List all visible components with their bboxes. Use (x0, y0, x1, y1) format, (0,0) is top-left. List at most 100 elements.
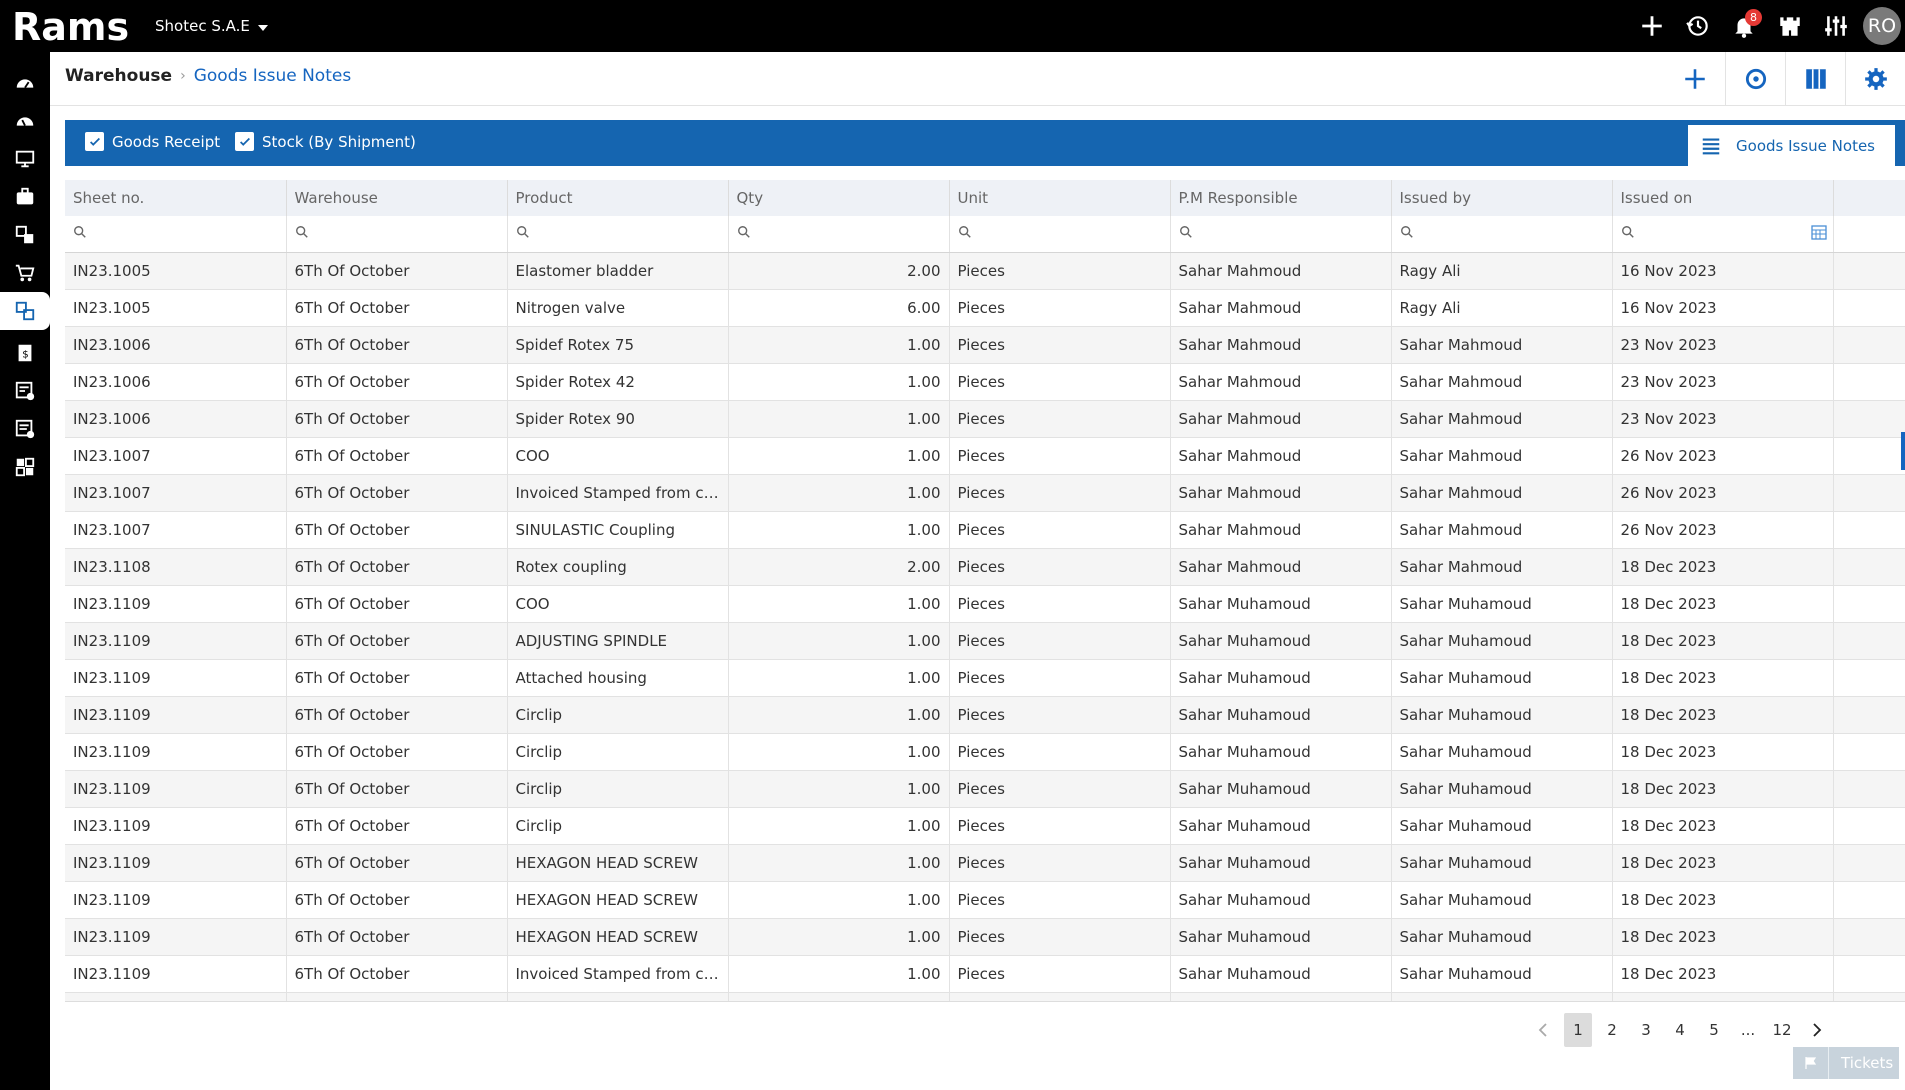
table-cell: Sahar Muhamoud (1170, 881, 1392, 919)
table-row[interactable]: IN23.1005 6Th Of October Nitrogen valve 6.0… (65, 289, 1905, 327)
history-icon[interactable] (1675, 0, 1721, 52)
table-row[interactable]: IN23.1109 6Th Of October Circlip 1.00 Pieces… (65, 696, 1905, 734)
tab-goods-receipt[interactable]: Goods Receipt (85, 132, 220, 151)
table-row[interactable]: IN23.1109 6Th Of October Circlip 1.00 Pieces… (65, 807, 1905, 845)
column-header[interactable]: Unit (949, 180, 1171, 216)
breadcrumb-warehouse[interactable]: Warehouse (65, 66, 172, 86)
tab-label: Goods Receipt (112, 132, 221, 151)
prev-page-button[interactable] (1530, 1013, 1558, 1047)
table-row[interactable]: IN23.1007 6Th Of October COO 1.00 Pieces Saha… (65, 437, 1905, 475)
report-list-icon[interactable] (0, 410, 50, 448)
table-row[interactable]: IN23.11096Th Of OctoberO-Ring1.00PiecesS… (65, 992, 1905, 1001)
column-header[interactable]: Warehouse (286, 180, 508, 216)
table-row[interactable]: IN23.1007 6Th Of October Invoiced Stamped … (65, 474, 1905, 512)
add-button[interactable] (1665, 52, 1725, 106)
table-cell: Sahar Mahmoud (1391, 511, 1613, 549)
user-avatar[interactable]: RO (1863, 7, 1901, 45)
column-header[interactable]: Product (507, 180, 729, 216)
table-cell-spacer (1833, 659, 1905, 697)
filter-cell[interactable] (949, 216, 1171, 253)
column-header[interactable]: Issued by (1391, 180, 1613, 216)
table-cell: 1.00 (728, 918, 950, 956)
table-cell: HEXAGON HEAD SCREW (507, 844, 729, 882)
table-cell: 1.00 (728, 955, 950, 993)
table-cell: 1.00 (728, 585, 950, 623)
table-cell-spacer (1833, 622, 1905, 660)
table-row[interactable]: IN23.1109 6Th Of October HEXAGON HEAD SCRE… (65, 844, 1905, 882)
table-cell: Pieces (949, 289, 1171, 327)
column-header[interactable]: Sheet no. (65, 180, 287, 216)
settings-sliders-icon[interactable] (1813, 0, 1859, 52)
table-row[interactable]: IN23.1006 6Th Of October Spider Rotex 90 1.… (65, 400, 1905, 438)
table-cell: Rotex coupling (507, 548, 729, 586)
table-cell: 18 Dec 2023 (1612, 955, 1834, 993)
notification-bell-icon[interactable]: 8 (1721, 0, 1767, 52)
table-row[interactable]: IN23.1006 6Th Of October Spidef Rotex 75 1.… (65, 326, 1905, 364)
table-cell: 6Th Of October (286, 770, 508, 808)
table-row[interactable]: IN23.1109 6Th Of October HEXAGON HEAD SCRE… (65, 881, 1905, 919)
filter-cell[interactable] (728, 216, 950, 253)
filter-cell[interactable] (507, 216, 729, 253)
cart-icon[interactable] (0, 254, 50, 292)
table-row[interactable]: IN23.1007 6Th Of October SINULASTIC Coupli… (65, 511, 1905, 549)
column-header[interactable]: Qty (728, 180, 950, 216)
columns-button[interactable] (1785, 52, 1845, 106)
filter-row (65, 216, 1905, 253)
refresh-button[interactable] (1725, 52, 1785, 106)
briefcase-icon[interactable] (0, 178, 50, 216)
table-row[interactable]: IN23.1006 6Th Of October Spider Rotex 42 1.… (65, 363, 1905, 401)
table-row[interactable]: IN23.1005 6Th Of October Elastomer bladder… (65, 252, 1905, 290)
tickets-button[interactable]: Tickets (1793, 1047, 1899, 1079)
tab-stock-by-shipment[interactable]: Stock (By Shipment) (235, 132, 416, 151)
table-row[interactable]: IN23.1109 6Th Of October Circlip 1.00 Pieces… (65, 733, 1905, 771)
filter-cell[interactable] (286, 216, 508, 253)
scrollbar-thumb[interactable] (1901, 432, 1905, 470)
table-row[interactable]: IN23.1109 6Th Of October Invoiced Stamped … (65, 955, 1905, 993)
tab-goods-issue-notes[interactable]: Goods Issue Notes (1688, 125, 1895, 166)
filter-cell[interactable] (1391, 216, 1613, 253)
add-icon[interactable] (1629, 0, 1675, 52)
monitor-icon[interactable] (0, 140, 50, 178)
rams-logo[interactable]: Rams (10, 4, 132, 48)
table-cell: Sahar Muhamoud (1391, 807, 1613, 845)
settings-button[interactable] (1845, 52, 1905, 106)
filter-cell[interactable] (65, 216, 287, 253)
table-row[interactable]: IN23.1109 6Th Of October Circlip 1.00 Pieces… (65, 770, 1905, 808)
table-row[interactable]: IN23.1109 6Th Of October ADJUSTING SPINDLE… (65, 622, 1905, 660)
page-button[interactable]: 1 (1564, 1013, 1592, 1047)
page-button[interactable]: 2 (1598, 1013, 1626, 1047)
page-button[interactable]: 5 (1700, 1013, 1728, 1047)
page-button[interactable]: 3 (1632, 1013, 1660, 1047)
invoice-icon[interactable]: $ (0, 334, 50, 372)
warehouse-icon[interactable] (0, 292, 50, 330)
page-button[interactable]: 12 (1768, 1013, 1796, 1047)
table-cell: 6Th Of October (286, 400, 508, 438)
table-row[interactable]: IN23.1109 6Th Of October HEXAGON HEAD SCRE… (65, 918, 1905, 956)
gear-icon (1864, 68, 1887, 90)
table-row[interactable]: IN23.1108 6Th Of October Rotex coupling 2.0… (65, 548, 1905, 586)
castle-icon[interactable] (1767, 0, 1813, 52)
table-cell: Sahar Muhamoud (1170, 622, 1392, 660)
table-row[interactable]: IN23.1109 6Th Of October COO 1.00 Pieces Saha… (65, 585, 1905, 623)
page-button[interactable]: 4 (1666, 1013, 1694, 1047)
next-page-button[interactable] (1802, 1013, 1830, 1047)
grid-modules-icon[interactable] (0, 448, 50, 486)
table-row[interactable]: IN23.1109 6Th Of October Attached housing 1… (65, 659, 1905, 697)
checkbox-checked-icon[interactable] (235, 132, 254, 151)
column-header[interactable]: P.M Responsible (1170, 180, 1392, 216)
table-cell: Sahar Muhamoud (1170, 585, 1392, 623)
refresh-icon (1745, 68, 1766, 90)
approved-list-icon[interactable] (0, 372, 50, 410)
dashboard-icon[interactable] (0, 64, 50, 102)
calendar-icon[interactable] (1810, 224, 1827, 240)
speedometer-icon[interactable] (0, 102, 50, 140)
transfer-icon[interactable] (0, 216, 50, 254)
checkbox-checked-icon[interactable] (85, 132, 104, 151)
table-cell-spacer (1833, 511, 1905, 549)
filter-cell[interactable] (1170, 216, 1392, 253)
filter-cell[interactable] (1612, 216, 1834, 253)
column-header[interactable]: Issued on (1612, 180, 1834, 216)
table-cell: 18 Dec 2023 (1612, 992, 1834, 1001)
company-selector[interactable]: Shotec S.A.E (155, 17, 268, 35)
table-cell: Nitrogen valve (507, 289, 729, 327)
